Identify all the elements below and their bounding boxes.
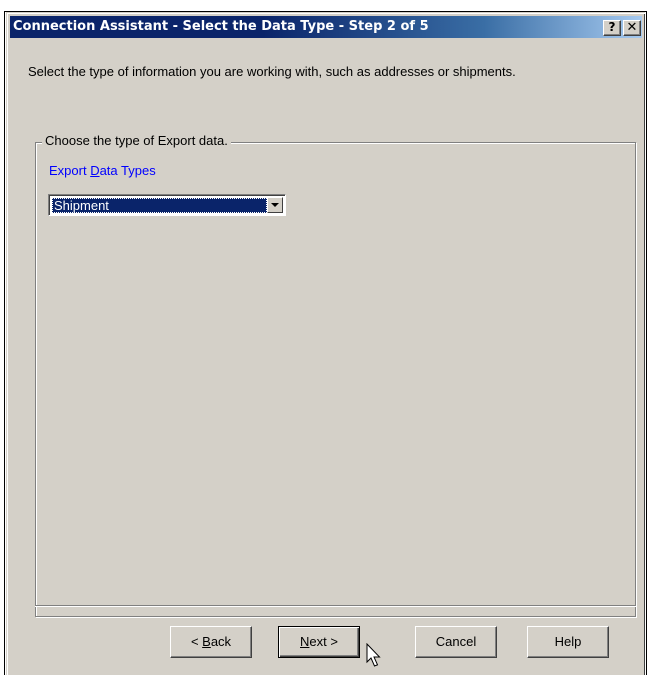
chevron-down-icon[interactable] bbox=[267, 197, 283, 213]
arrow-cursor-icon bbox=[366, 643, 381, 667]
help-title-button[interactable]: ? bbox=[603, 20, 621, 36]
title-bar[interactable]: Connection Assistant - Select the Data T… bbox=[10, 16, 642, 38]
close-icon: ✕ bbox=[626, 20, 638, 35]
question-icon: ? bbox=[608, 20, 616, 34]
close-button[interactable]: ✕ bbox=[623, 20, 641, 36]
group-legend: Choose the type of Export data. bbox=[42, 133, 231, 149]
next-button[interactable]: Next > bbox=[278, 626, 360, 658]
help-button[interactable]: Help bbox=[527, 626, 609, 658]
button-separator bbox=[35, 605, 636, 607]
cancel-button[interactable]: Cancel bbox=[415, 626, 497, 658]
window-title: Connection Assistant - Select the Data T… bbox=[13, 19, 429, 34]
export-data-types-dropdown[interactable]: Shipment bbox=[48, 194, 286, 216]
back-button[interactable]: < Back bbox=[170, 626, 252, 658]
intro-text: Select the type of information you are w… bbox=[28, 64, 516, 79]
export-data-types-label: Export Data Types bbox=[49, 163, 156, 178]
dropdown-selected-value: Shipment bbox=[52, 198, 267, 213]
